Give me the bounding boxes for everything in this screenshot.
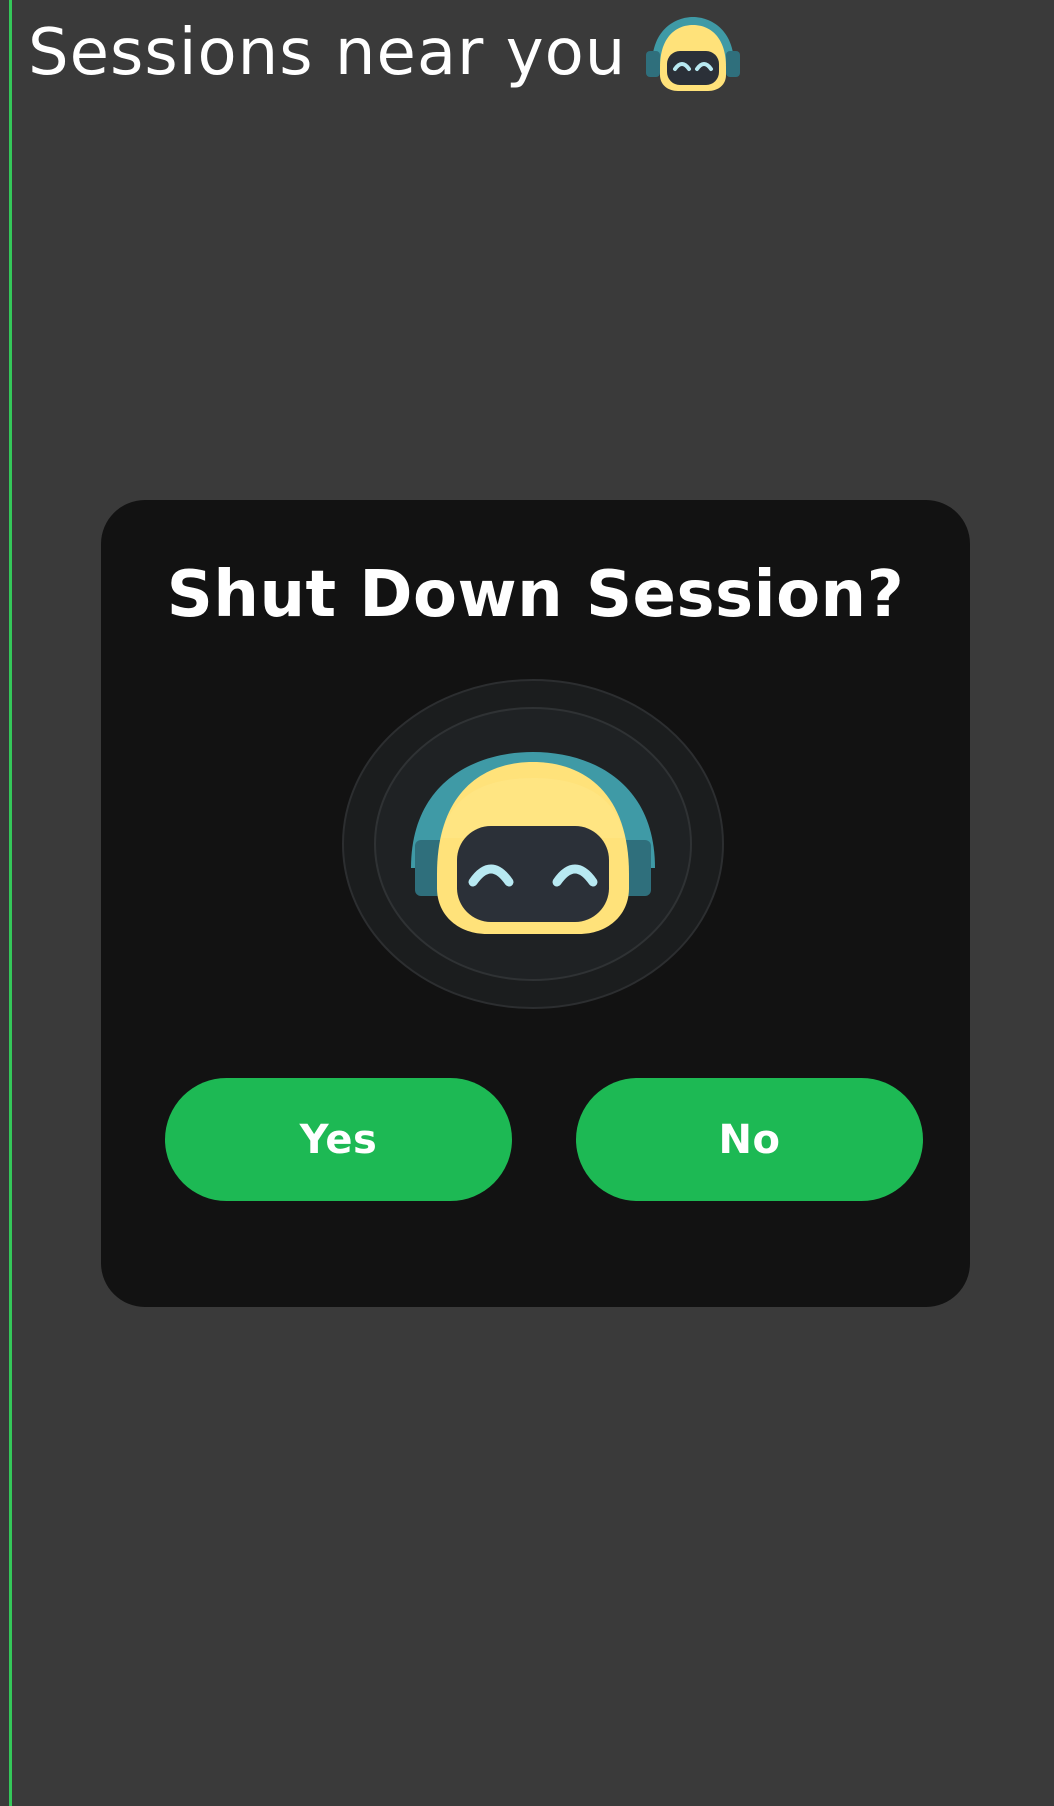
no-button[interactable]: No	[576, 1078, 923, 1201]
dialog-mascot	[341, 678, 725, 1010]
shutdown-session-dialog: Shut Down Session? Yes No	[101, 500, 970, 1307]
dialog-title: Shut Down Session?	[166, 558, 905, 632]
robot-mascot-icon	[342, 679, 724, 1009]
yes-button[interactable]: Yes	[165, 1078, 512, 1201]
modal-overlay: Shut Down Session? Yes No	[0, 0, 1054, 1806]
